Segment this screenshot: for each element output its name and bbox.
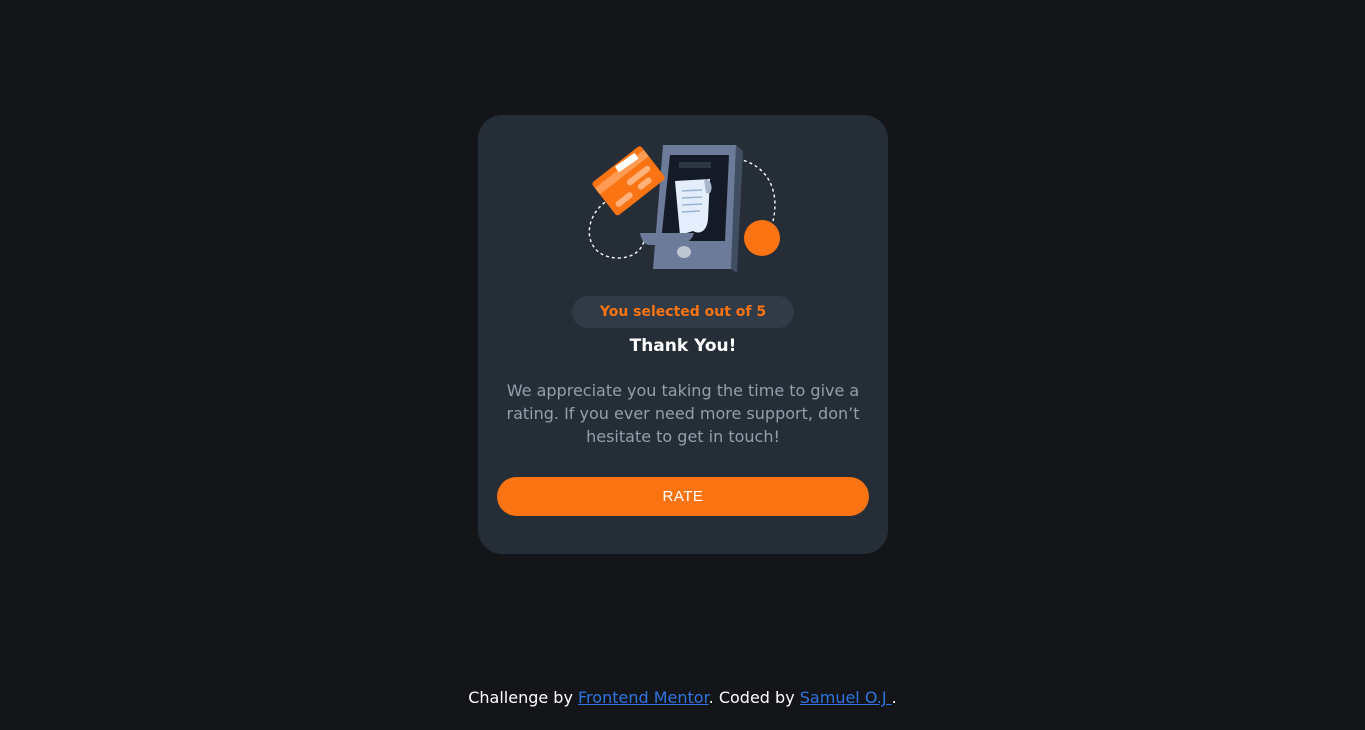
phone-receipt-card-illustration xyxy=(588,145,780,273)
thank-you-card: You selected out of 5 Thank You! We appr… xyxy=(478,115,888,554)
attribution-prefix: Challenge by xyxy=(468,688,579,707)
selected-rating-badge: You selected out of 5 xyxy=(572,296,794,328)
attribution-footer: Challenge by Frontend Mentor. Coded by S… xyxy=(0,687,1365,709)
author-link[interactable]: Samuel O.J xyxy=(800,688,892,707)
rate-button[interactable]: RATE xyxy=(497,477,869,516)
attribution-suffix: . xyxy=(891,688,897,707)
thank-you-description: We appreciate you taking the time to giv… xyxy=(506,381,860,446)
frontend-mentor-link[interactable]: Frontend Mentor xyxy=(578,688,709,707)
attribution-middle: . Coded by xyxy=(708,688,800,707)
thank-you-title: Thank You! xyxy=(629,336,737,356)
